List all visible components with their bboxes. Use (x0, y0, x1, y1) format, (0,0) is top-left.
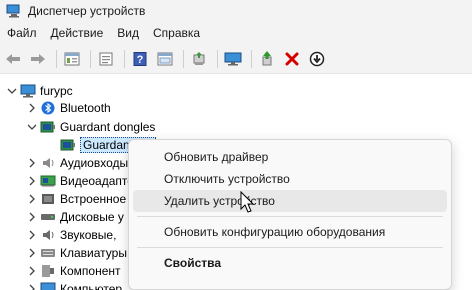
chevron-right-icon[interactable] (26, 265, 38, 277)
tree-item-label: Bluetooth (60, 101, 111, 115)
chevron-right-icon[interactable] (26, 211, 38, 223)
menu-action[interactable]: Действие (44, 22, 111, 44)
tree-item-label: Компьютер (60, 282, 123, 290)
show-hide-icon[interactable] (95, 48, 117, 70)
tree-root[interactable]: furypc (6, 82, 73, 100)
tree-item-components[interactable]: Компонент (26, 262, 121, 280)
tree-item-label: Видеоадапте (60, 174, 134, 188)
chevron-right-icon[interactable] (26, 229, 38, 241)
menu-item-disable-device[interactable]: Отключить устройство (133, 168, 447, 190)
tree-item-display-adapters[interactable]: Видеоадапте (26, 172, 134, 190)
menu-view[interactable]: Вид (110, 22, 146, 44)
back-icon[interactable] (2, 48, 24, 70)
properties-sheet-icon[interactable] (154, 48, 176, 70)
tree-item-keyboards[interactable]: Клавиатуры (26, 244, 127, 262)
menu-item-update-driver[interactable]: Обновить драйвер (133, 146, 447, 168)
chevron-down-icon[interactable] (26, 121, 38, 133)
firmware-icon (40, 192, 56, 206)
tree-item-label: Звуковые, (60, 228, 117, 242)
disable-device-icon[interactable] (306, 48, 328, 70)
menu-separator (137, 216, 443, 217)
computer-icon (20, 84, 36, 98)
svg-text:?: ? (137, 54, 144, 66)
tree-item-label: Компонент (60, 264, 121, 278)
toolbar-separator (183, 49, 184, 68)
chevron-right-icon[interactable] (26, 175, 38, 187)
dongle-icon (40, 120, 56, 134)
tree-item-guardant-dongles[interactable]: Guardant dongles (26, 118, 155, 136)
tree-item-sound[interactable]: Звуковые, (26, 226, 116, 244)
toolbar-separator (124, 49, 125, 68)
properties-icon[interactable] (61, 48, 83, 70)
tree-item-label: Guardant dongles (60, 120, 156, 134)
menu-file[interactable]: Файл (0, 22, 44, 44)
component-icon (40, 264, 56, 278)
sound-icon (40, 228, 56, 242)
menu-help[interactable]: Справка (146, 22, 207, 44)
computer-icon (40, 282, 56, 290)
chevron-down-icon[interactable] (6, 85, 18, 97)
keyboard-icon (40, 246, 56, 260)
toolbar-separator (90, 49, 91, 68)
remove-device-icon[interactable] (281, 48, 303, 70)
tree-item-label: Аудиовходы (60, 156, 129, 170)
mouse-cursor-icon (240, 190, 256, 215)
chevron-right-icon[interactable] (26, 157, 38, 169)
toolbar-separator (251, 49, 252, 68)
toolbar: ? (0, 44, 472, 74)
tree-item-label: Встроенное (60, 192, 127, 206)
forward-icon[interactable] (27, 48, 49, 70)
toolbar-separator (56, 49, 57, 68)
update-driver-icon[interactable] (188, 48, 210, 70)
audio-icon (40, 156, 56, 170)
dongle-icon (60, 138, 76, 152)
tree-item-bluetooth[interactable]: Bluetooth (26, 99, 111, 117)
title-bar: Диспетчер устройств (0, 0, 472, 22)
tree-item-computer[interactable]: Компьютер (26, 280, 122, 290)
tree-item-firmware[interactable]: Встроенное (26, 190, 126, 208)
context-menu: Обновить драйвер Отключить устройство Уд… (128, 139, 452, 290)
chevron-right-icon[interactable] (26, 193, 38, 205)
chevron-right-icon[interactable] (26, 102, 38, 114)
enable-device-icon[interactable] (256, 48, 278, 70)
menu-item-scan-hardware[interactable]: Обновить конфигурацию оборудования (133, 221, 447, 243)
tree-item-audio-inputs[interactable]: Аудиовходы (26, 154, 128, 172)
tree-item-disk-drives[interactable]: Дисковые у (26, 208, 124, 226)
chevron-right-icon[interactable] (26, 247, 38, 259)
tree-root-label: furypc (40, 84, 73, 98)
tree-item-label: Дисковые у (60, 210, 124, 224)
chevron-right-icon[interactable] (26, 283, 38, 290)
bluetooth-icon (40, 101, 56, 115)
scan-hardware-icon[interactable] (222, 48, 244, 70)
tree-item-label: Клавиатуры (60, 246, 127, 260)
help-icon[interactable]: ? (129, 48, 151, 70)
menu-bar: Файл Действие Вид Справка (0, 22, 472, 44)
window-title: Диспетчер устройств (28, 4, 146, 18)
menu-separator (137, 247, 443, 248)
menu-item-uninstall-device[interactable]: Удалить устройство (133, 190, 447, 212)
display-adapter-icon (40, 174, 56, 188)
menu-item-properties[interactable]: Свойства (133, 252, 447, 274)
device-manager-icon (6, 4, 22, 18)
disk-icon (40, 210, 56, 224)
toolbar-separator (217, 49, 218, 68)
